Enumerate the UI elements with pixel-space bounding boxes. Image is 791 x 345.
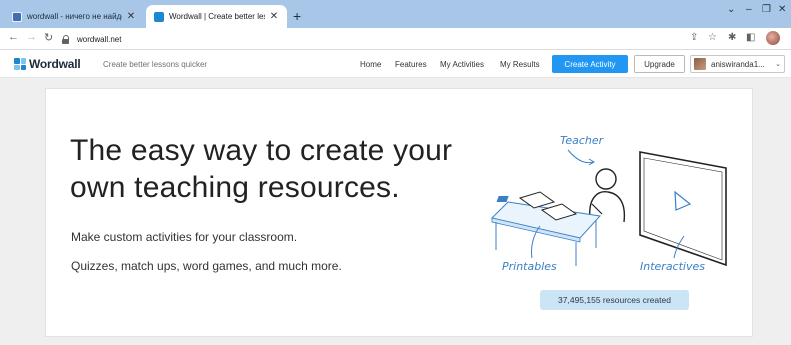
user-menu[interactable]: aniswiranda1... ⌄ xyxy=(690,55,785,73)
browser-toolbar: ← → ↻ wordwall.net ⇪ ☆ ✱ ◧ xyxy=(0,28,791,50)
lock-icon xyxy=(62,34,70,44)
nav-my-activities[interactable]: My Activities xyxy=(440,60,484,69)
minimize-icon[interactable]: – xyxy=(746,4,752,15)
nav-features[interactable]: Features xyxy=(395,60,427,69)
interactives-label: Interactives xyxy=(640,260,705,273)
close-tab-icon[interactable]: ✕ xyxy=(126,11,136,22)
teacher-label: Teacher xyxy=(560,134,605,147)
logo-text: Wordwall xyxy=(29,57,81,71)
browser-profile-avatar[interactable] xyxy=(766,31,780,45)
extensions-icon[interactable]: ✱ xyxy=(728,32,736,43)
browser-tab-wordwall[interactable]: Wordwall | Create better lessons quicker… xyxy=(146,5,287,28)
create-activity-button[interactable]: Create Activity xyxy=(552,55,628,73)
browser-tab-strip: wordwall - ничего не найдено. Wordwall ✕… xyxy=(0,0,791,28)
hero-line-1: Make custom activities for your classroo… xyxy=(71,230,298,244)
nav-my-results[interactable]: My Results xyxy=(500,60,540,69)
side-panel-icon[interactable]: ◧ xyxy=(746,32,755,43)
close-tab-icon[interactable]: ✕ xyxy=(269,11,279,22)
wordwall-favicon-icon xyxy=(154,11,164,22)
teacher-head xyxy=(595,168,617,190)
site-tagline: Create better lessons quicker xyxy=(103,60,208,69)
tab-title: wordwall - ничего не найдено. Wordwall xyxy=(27,12,122,21)
upgrade-button[interactable]: Upgrade xyxy=(634,55,685,73)
bookmark-star-icon[interactable]: ☆ xyxy=(708,32,717,43)
resources-created-badge: 37,495,155 resources created xyxy=(540,290,689,310)
back-icon[interactable]: ← xyxy=(8,31,19,43)
site-header: Wordwall Create better lessons quicker H… xyxy=(0,51,791,78)
plus-icon[interactable]: + xyxy=(293,8,301,24)
share-icon[interactable]: ⇪ xyxy=(690,32,698,43)
whiteboard-frame xyxy=(639,151,727,267)
username: aniswiranda1... xyxy=(711,59,765,69)
reload-icon[interactable]: ↻ xyxy=(44,31,53,44)
hero-line-2: Quizzes, match ups, word games, and much… xyxy=(71,259,342,273)
wordwall-logo-icon xyxy=(14,58,26,70)
tab-title: Wordwall | Create better lessons quicker xyxy=(169,12,265,21)
wordwall-favicon-icon xyxy=(12,11,22,22)
close-window-icon[interactable]: ✕ xyxy=(778,4,786,15)
printables-label: Printables xyxy=(502,260,557,273)
teacher-arrow xyxy=(567,149,595,164)
restore-icon[interactable]: ❐ xyxy=(762,4,771,15)
nav-home[interactable]: Home xyxy=(360,60,381,69)
hero-headline: The easy way to create your own teaching… xyxy=(70,134,453,204)
tab-search-icon[interactable]: ⌄ xyxy=(727,4,735,15)
address-text: wordwall.net xyxy=(77,34,122,44)
forward-icon[interactable]: → xyxy=(26,31,37,43)
printable-image-icon xyxy=(496,196,509,202)
chevron-down-icon: ⌄ xyxy=(775,61,781,68)
avatar xyxy=(694,58,706,70)
teacher-illustration: Teacher Printables Interactives xyxy=(491,134,727,273)
browser-tab-search[interactable]: wordwall - ничего не найдено. Wordwall ✕ xyxy=(4,5,144,28)
wordwall-logo[interactable]: Wordwall xyxy=(14,57,81,71)
address-bar[interactable]: wordwall.net xyxy=(62,31,728,47)
